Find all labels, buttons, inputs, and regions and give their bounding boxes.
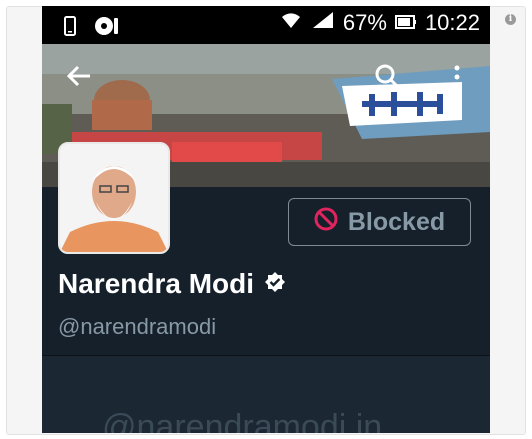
clock: 10:22 (424, 10, 480, 35)
status-bar: 67% 10:22 (42, 6, 490, 44)
media-icon (94, 15, 120, 42)
battery-percent: 67% (342, 10, 387, 35)
name-row: Narendra Modi (58, 268, 286, 300)
battery-icon (394, 10, 417, 36)
profile-name: Narendra Modi (58, 268, 255, 299)
blocked-icon (314, 207, 338, 238)
verified-icon (264, 271, 286, 298)
search-icon (375, 64, 401, 90)
arrow-left-icon (66, 65, 90, 87)
more-vertical-icon (454, 65, 460, 89)
more-button[interactable] (452, 64, 462, 97)
bio-preview: @narendramodi.in (102, 408, 383, 433)
phone-icon (64, 16, 76, 41)
phone-screen: 67% 10:22 Blocked Narendra Modi @narendr… (42, 6, 490, 433)
search-button[interactable] (375, 64, 401, 97)
avatar[interactable] (58, 142, 170, 254)
info-icon[interactable]: i (505, 14, 516, 25)
blocked-button[interactable]: Blocked (288, 198, 471, 246)
wifi-icon (279, 10, 303, 36)
back-button[interactable] (66, 64, 92, 95)
profile-handle: @narendramodi (58, 314, 217, 339)
signal-icon (311, 10, 335, 36)
blocked-label: Blocked (347, 207, 446, 236)
